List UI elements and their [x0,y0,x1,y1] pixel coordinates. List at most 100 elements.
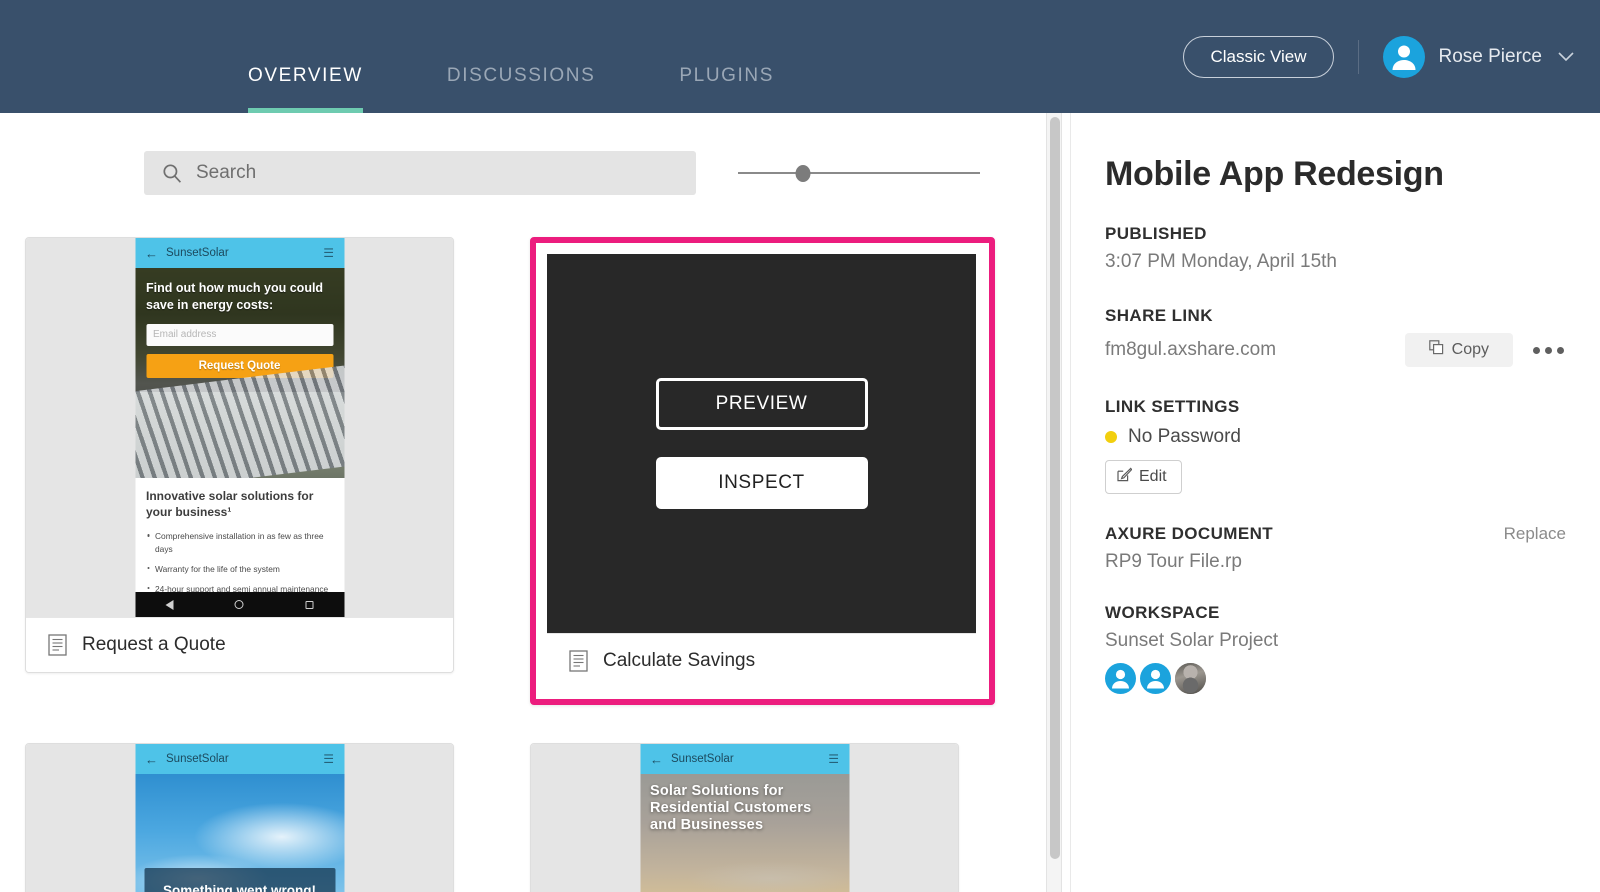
password-status-row: No Password [1105,426,1566,448]
card-thumbnail[interactable]: ← SunsetSolar ☰ Find out how much you co… [26,238,453,617]
card-row: ← SunsetSolar ☰ Something went wrong! We… [25,743,1035,892]
page-card-request-a-quote[interactable]: ← SunsetSolar ☰ Find out how much you co… [25,237,454,673]
header-divider [1357,40,1359,74]
card-footer: Request a Quote [26,617,453,672]
back-arrow-icon: ← [145,751,158,767]
edit-button-label: Edit [1139,468,1167,485]
phone-error-box: Something went wrong! We weren't able to… [144,868,335,892]
zoom-slider-track [738,172,980,174]
edit-link-settings-button[interactable]: Edit [1105,460,1182,494]
status-dot-icon [1105,431,1117,443]
workspace-member-avatars [1105,663,1566,694]
card-slot: ← SunsetSolar ☰ Find out how much you co… [25,237,495,705]
content-toolbar: Search [144,151,1024,195]
search-placeholder: Search [196,162,257,183]
classic-view-button[interactable]: Classic View [1183,36,1334,78]
card-row: ← SunsetSolar ☰ Find out how much you co… [25,237,1035,705]
link-settings-section: LINK SETTINGS No Password Edit [1105,397,1566,494]
tab-plugins-label: PLUGINS [679,65,775,86]
search-icon [162,163,182,183]
zoom-slider[interactable] [738,151,980,195]
phone-email-field: Email address [146,323,333,346]
main-scrollbar-thumb[interactable] [1050,117,1060,859]
card-footer: Calculate Savings [547,633,976,688]
page-document-icon [569,650,588,672]
tab-discussions-label: DISCUSSIONS [446,65,596,86]
tab-overview[interactable]: OVERVIEW [248,65,363,113]
phone-hero-image: Find out how much you could save in ener… [135,268,344,478]
search-input[interactable]: Search [144,151,696,195]
avatar[interactable] [1175,663,1206,694]
published-value: 3:07 PM Monday, April 15th [1105,251,1337,272]
axure-document-label: AXURE DOCUMENT [1105,524,1274,543]
selected-card-highlight: ← SunsetSolar ☰ Find out how much you co… [530,237,995,705]
card-slot: ← SunsetSolar ☰ Find out how much you co… [530,237,1000,705]
share-link-row: fm8gul.axshare.com Copy [1105,333,1566,367]
main-scrollbar[interactable] [1046,113,1062,892]
workspace-label: WORKSPACE [1105,603,1220,622]
header-actions: Classic View Rose Pierce [1183,36,1574,78]
workspace-section: WORKSPACE Sunset Solar Project [1105,603,1566,694]
axure-document-value: RP9 Tour File.rp [1105,551,1242,572]
axure-document-header: AXURE DOCUMENT Replace [1105,524,1566,544]
workspace-value[interactable]: Sunset Solar Project [1105,630,1566,652]
share-link-label: SHARE LINK [1105,306,1213,325]
phone-hero-image: Solar Solutions for Residential Customer… [640,774,849,892]
inspect-button[interactable]: INSPECT [655,457,868,509]
copy-button-label: Copy [1451,341,1489,358]
phone-app-name: SunsetSolar [166,753,229,765]
phone-nav-bar [135,592,344,617]
tab-discussions[interactable]: DISCUSSIONS [447,65,596,113]
page-card-error[interactable]: ← SunsetSolar ☰ Something went wrong! We… [25,743,454,892]
phone-preview: ← SunsetSolar ☰ Something went wrong! We… [135,744,344,892]
phone-error-title: Something went wrong! [163,883,316,892]
phone-app-name: SunsetSolar [671,753,734,765]
details-sidebar: Mobile App Redesign PUBLISHED 3:07 PM Mo… [1070,113,1600,892]
user-name-label[interactable]: Rose Pierce [1439,46,1543,68]
phone-hero-image: Something went wrong! We weren't able to… [135,774,344,892]
phone-preview: ← SunsetSolar ☰ Find out how much you co… [135,238,344,617]
android-recents-icon [305,600,314,609]
replace-document-link[interactable]: Replace [1504,524,1566,544]
tab-overview-label: OVERVIEW [248,65,363,86]
phone-appbar: ← SunsetSolar ☰ [640,744,849,774]
card-thumbnail[interactable]: ← SunsetSolar ☰ Find out how much you co… [547,254,976,633]
axure-document-section: AXURE DOCUMENT Replace RP9 Tour File.rp [1105,524,1566,573]
page-card-solar-solutions[interactable]: ← SunsetSolar ☰ Solar Solutions for Resi… [530,743,959,892]
tab-plugins[interactable]: PLUGINS [679,65,774,113]
back-arrow-icon: ← [145,245,158,261]
share-link-value[interactable]: fm8gul.axshare.com [1105,339,1276,361]
copy-icon [1428,340,1444,360]
back-arrow-icon: ← [650,751,663,767]
top-navigation-bar: OVERVIEW DISCUSSIONS PLUGINS Classic Vie… [0,0,1600,113]
chevron-down-icon[interactable] [1558,50,1574,65]
status-badge: No Password [1128,426,1241,447]
share-link-section: SHARE LINK fm8gul.axshare.com Copy [1105,306,1566,367]
page-card-grid: ← SunsetSolar ☰ Find out how much you co… [25,237,1035,892]
copy-button[interactable]: Copy [1404,333,1513,367]
main-tabs: OVERVIEW DISCUSSIONS PLUGINS [248,65,858,113]
published-section: PUBLISHED 3:07 PM Monday, April 15th [1105,224,1566,273]
avatar[interactable] [1140,663,1171,694]
main-content-area: Search ← SunsetSolar ☰ Find out how much… [0,113,1062,892]
published-label: PUBLISHED [1105,224,1207,243]
zoom-slider-thumb[interactable] [795,164,811,182]
page-title: Mobile App Redesign [1105,155,1444,193]
card-hover-overlay: PREVIEW INSPECT [547,254,976,633]
more-options-icon[interactable] [1531,341,1566,360]
list-item: Warranty for the life of the system [146,563,333,575]
phone-hero-overlay: Find out how much you could save in ener… [135,268,344,392]
card-thumbnail[interactable]: ← SunsetSolar ☰ Something went wrong! We… [26,744,453,892]
phone-appbar: ← SunsetSolar ☰ [135,744,344,774]
android-home-icon [234,600,244,609]
preview-button[interactable]: PREVIEW [655,378,868,430]
phone-body-heading: Innovative solar solutions for your busi… [146,489,314,520]
phone-cta-button: Request Quote [146,353,333,378]
avatar[interactable] [1105,663,1136,694]
phone-preview: ← SunsetSolar ☰ Solar Solutions for Resi… [640,744,849,892]
card-slot: ← SunsetSolar ☰ Something went wrong! We… [25,743,495,892]
user-avatar[interactable] [1382,36,1425,78]
card-thumbnail[interactable]: ← SunsetSolar ☰ Solar Solutions for Resi… [531,744,958,892]
page-card-calculate-savings[interactable]: ← SunsetSolar ☰ Find out how much you co… [547,254,976,688]
phone-appbar: ← SunsetSolar ☰ [135,238,344,268]
